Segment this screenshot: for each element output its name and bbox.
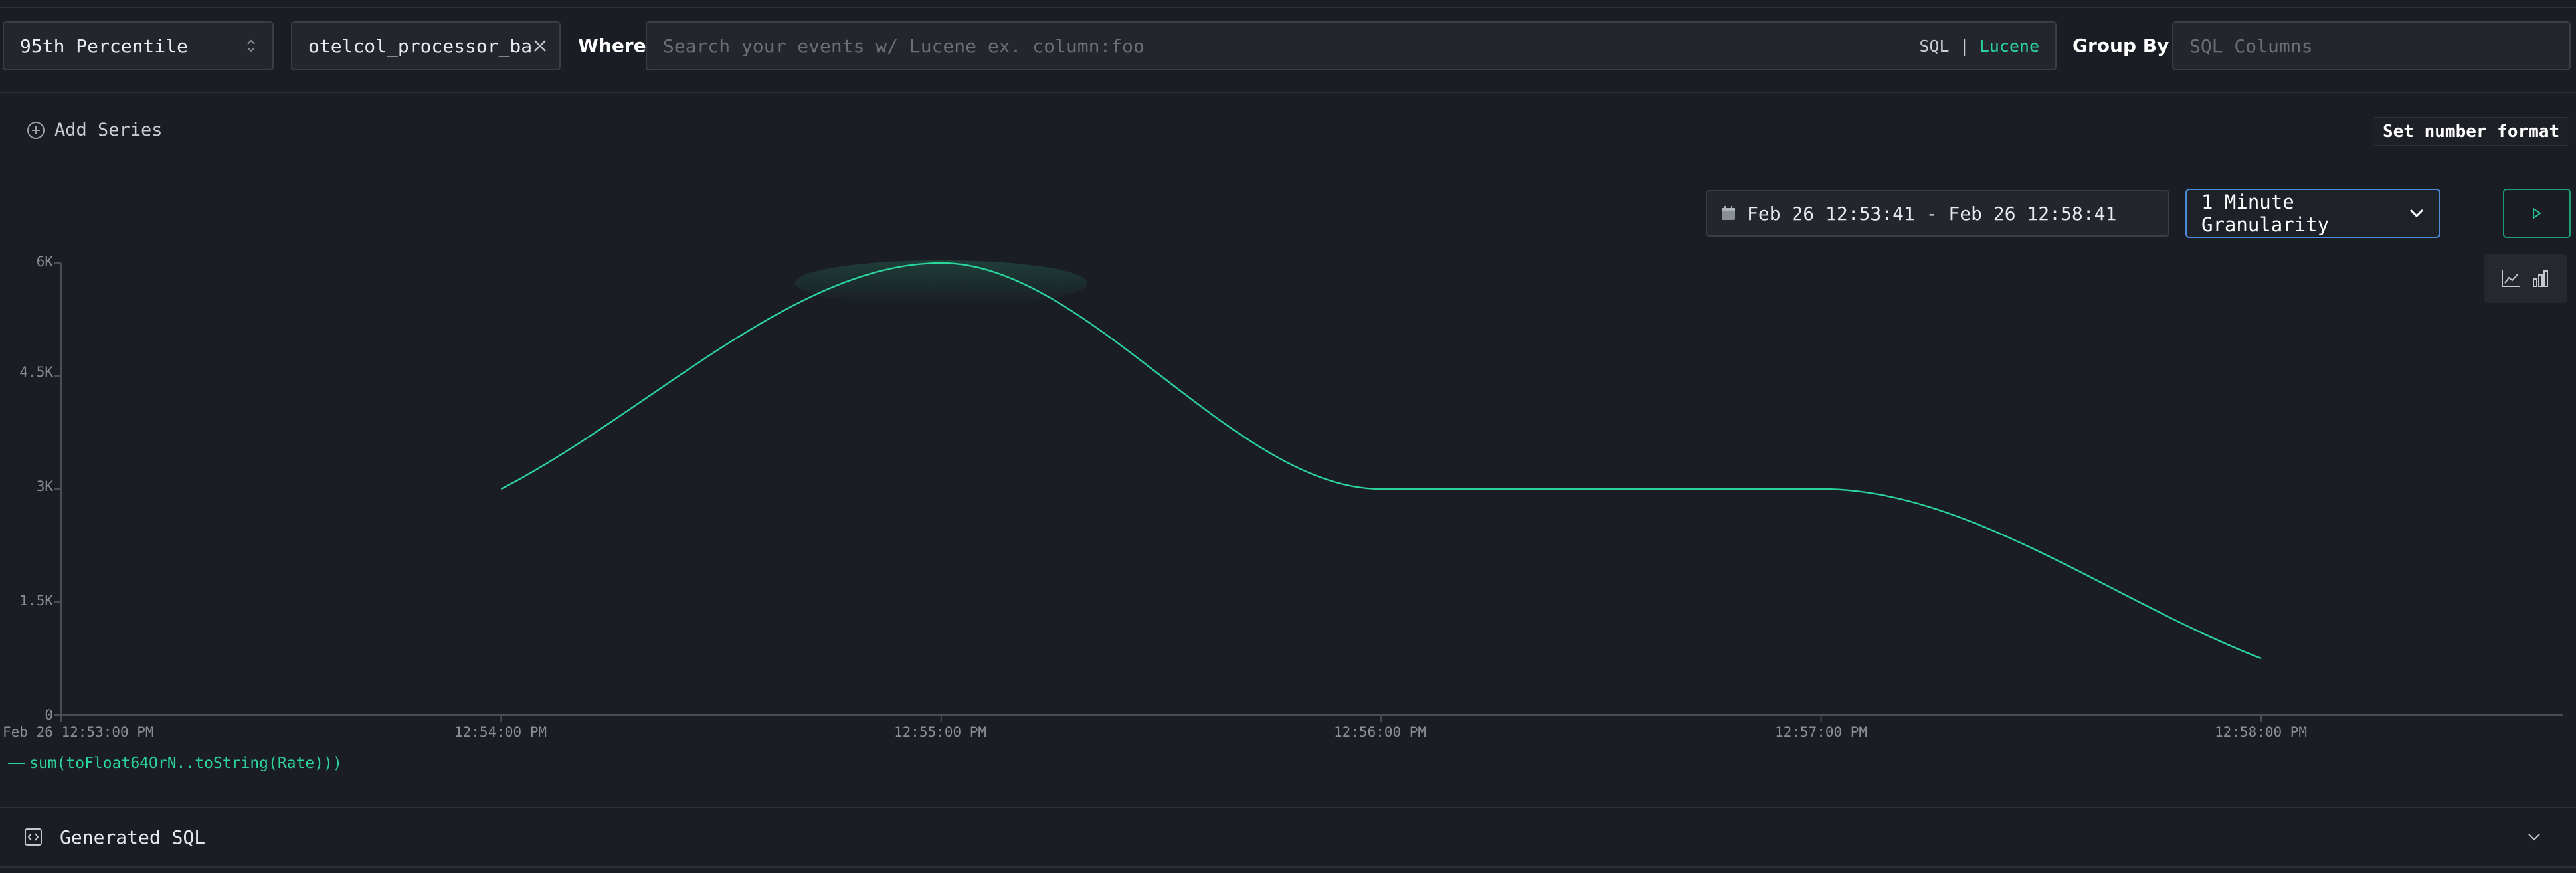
legend-series-label: sum(toFloat64OrN..toString(Rate))) [29, 755, 342, 772]
granularity-value: 1 Minute Granularity [2201, 191, 2330, 236]
group-by-input[interactable]: SQL Columns [2172, 21, 2571, 70]
calendar-icon [1720, 205, 1736, 221]
series-point [2260, 658, 2262, 659]
add-series-button[interactable]: Add Series [27, 120, 163, 140]
granularity-select[interactable]: 1 Minute Granularity [2185, 189, 2440, 238]
x-tick-label: 12:56:00 PM [1334, 724, 1427, 740]
chart-legend[interactable]: sum(toFloat64OrN..toString(Rate))) [8, 755, 342, 772]
x-tick-label: 12:58:00 PM [2215, 724, 2308, 740]
y-tick-label: 1.5K [19, 593, 53, 609]
query-divider [0, 92, 2576, 93]
search-input[interactable]: Search your events w/ Lucene ex. column:… [646, 21, 2057, 70]
search-placeholder: Search your events w/ Lucene ex. column:… [663, 35, 1145, 57]
x-tick-label: Feb 26 12:53:00 PM [3, 724, 154, 740]
play-icon [2531, 207, 2542, 219]
close-icon[interactable] [533, 39, 547, 53]
time-range-value: Feb 26 12:53:41 - Feb 26 12:58:41 [1747, 202, 2117, 225]
chevron-down-icon [2409, 208, 2425, 219]
lucene-toggle[interactable]: Lucene [1979, 37, 2039, 56]
sql-toggle[interactable]: SQL [1919, 37, 1949, 56]
generated-sql-accordion[interactable]: Generated SQL [0, 808, 2576, 866]
code-icon [24, 828, 43, 846]
aggregation-select[interactable]: 95th Percentile [3, 21, 274, 70]
query-language-toggle: SQL | Lucene [1919, 37, 2039, 56]
y-tick-label: 6K [36, 254, 53, 270]
series-point [500, 488, 502, 490]
set-number-format-label: Set number format [2383, 122, 2560, 142]
y-tick-label: 4.5K [19, 364, 53, 380]
legend-swatch [8, 763, 25, 764]
chevron-down-icon [2527, 832, 2541, 842]
x-tick-label: 12:54:00 PM [454, 724, 547, 740]
top-divider [0, 7, 2576, 8]
chart-area [0, 239, 2576, 744]
bottom-divider [0, 866, 2576, 868]
set-number-format-button[interactable]: Set number format [2373, 117, 2570, 146]
where-label: Where [578, 35, 646, 56]
x-tick-label: 12:55:00 PM [894, 724, 987, 740]
y-tick-label: 3K [36, 478, 53, 494]
x-tick-label: 12:57:00 PM [1775, 724, 1868, 740]
metric-value: otelcol_processor_ba [308, 35, 533, 57]
y-tick-label: 0 [45, 707, 53, 723]
add-series-label: Add Series [54, 120, 163, 140]
series-line [500, 262, 2262, 660]
metric-select[interactable]: otelcol_processor_ba [291, 21, 561, 70]
plus-circle-icon [27, 121, 45, 140]
group-by-placeholder: SQL Columns [2189, 35, 2313, 57]
series-peak-glow [794, 260, 1087, 306]
line-chart [54, 260, 2563, 722]
group-by-label: Group By [2072, 35, 2169, 56]
aggregation-value: 95th Percentile [20, 35, 188, 57]
generated-sql-label: Generated SQL [60, 826, 206, 848]
run-query-button[interactable] [2503, 189, 2571, 238]
time-range-picker[interactable]: Feb 26 12:53:41 - Feb 26 12:58:41 [1706, 190, 2169, 237]
updown-chevron-icon [246, 37, 256, 54]
toggle-separator: | [1959, 36, 1970, 56]
series-point [1380, 488, 1382, 490]
